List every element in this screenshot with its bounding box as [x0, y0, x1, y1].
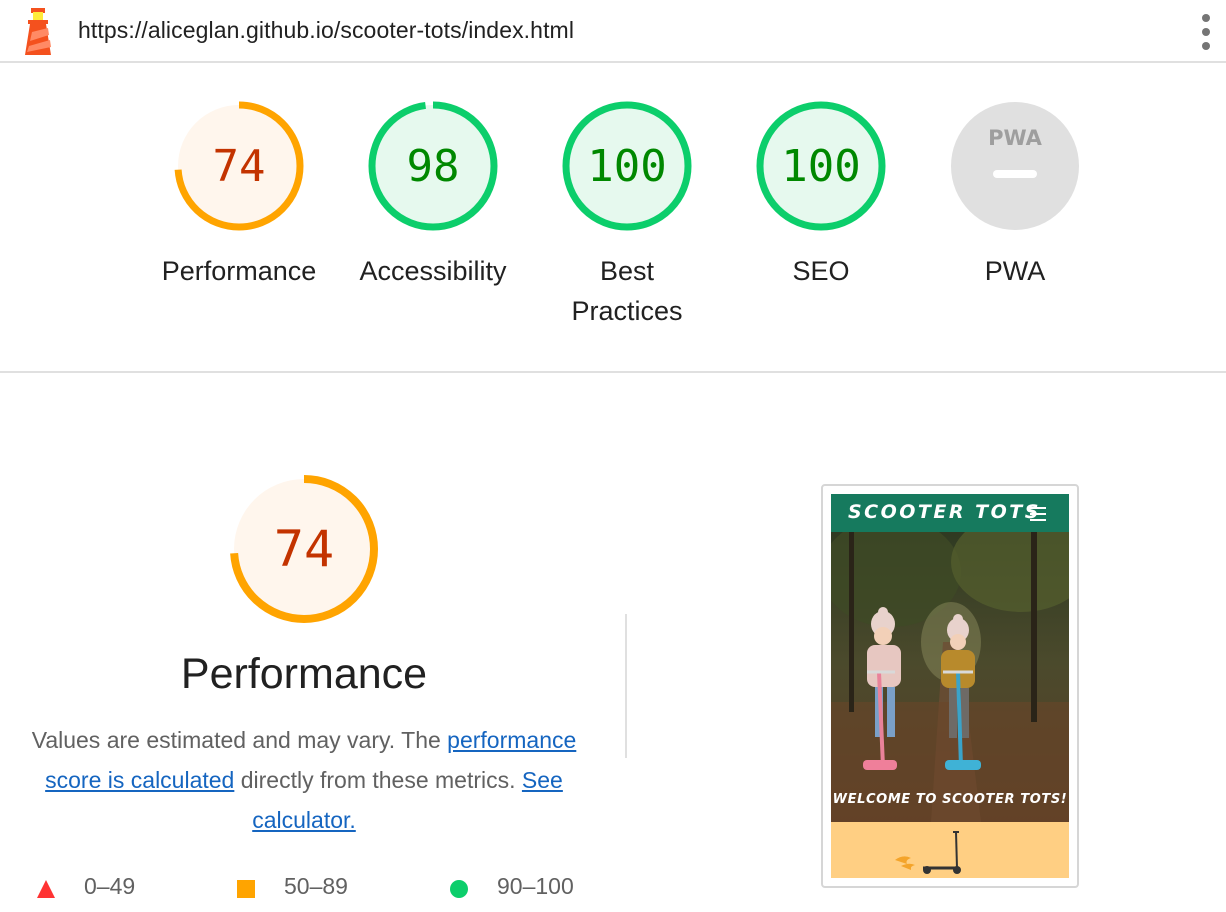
top-bar: https://aliceglan.github.io/scooter-tots… — [0, 0, 1226, 63]
gauge-performance-score: 74 — [213, 141, 266, 192]
gauge-performance-label: Performance — [161, 256, 317, 286]
gauge-best-practices-label: Best Practices — [571, 256, 683, 326]
screenshot-welcome: WELCOME TO SCOOTER TOTS! — [832, 792, 1068, 807]
orange-square-icon — [237, 880, 255, 898]
performance-description: Values are estimated and may vary. The p… — [20, 720, 588, 840]
red-triangle-icon — [37, 880, 55, 898]
gauge-seo-score: 100 — [781, 141, 860, 192]
final-screenshot[interactable]: SCOOTER TOTS WELCOME TO SCOOTER TOTS! — [821, 484, 1079, 888]
score-gauges: 74 Performance 98 Accessibility 100 Best… — [0, 63, 1226, 373]
kebab-menu-icon[interactable] — [1196, 12, 1216, 52]
desc-text-1: Values are estimated and may vary. The — [31, 727, 448, 753]
hamburger-icon — [1030, 507, 1046, 525]
gauge-performance-ring: 74 — [174, 101, 304, 231]
pwa-badge-icon: PWA — [951, 102, 1079, 230]
gauge-best-practices-score: 100 — [587, 141, 666, 192]
legend-range-pass: 90–100 — [497, 873, 574, 899]
pwa-dash — [993, 170, 1037, 178]
gauge-accessibility-ring: 98 — [368, 101, 498, 231]
pwa-badge-text: PWA — [988, 126, 1043, 150]
gauge-accessibility-label: Accessibility — [359, 256, 507, 286]
scooter-logo-icon — [895, 831, 961, 874]
desc-text-2: directly from these metrics. — [234, 767, 522, 793]
hero-photo-children-scooters — [831, 532, 1069, 822]
green-circle-icon — [450, 880, 468, 898]
screenshot-footer — [831, 822, 1069, 878]
performance-title: Performance — [180, 650, 428, 698]
gauge-accessibility[interactable]: 98 Accessibility — [333, 101, 533, 291]
section-divider — [625, 614, 627, 758]
gauge-performance[interactable]: 74 Performance — [139, 101, 339, 291]
screenshot-brand: SCOOTER TOTS — [848, 501, 1041, 523]
gauge-seo[interactable]: 100 SEO — [721, 101, 921, 291]
legend-range-fail: 0–49 — [84, 873, 136, 899]
screenshot-navbar: SCOOTER TOTS — [831, 494, 1069, 532]
page-url: https://aliceglan.github.io/scooter-tots… — [78, 17, 575, 43]
lighthouse-icon — [25, 8, 51, 55]
gauge-pwa-label: PWA — [984, 256, 1046, 286]
screenshot-content: SCOOTER TOTS WELCOME TO SCOOTER TOTS! — [831, 494, 1069, 878]
gauge-seo-label: SEO — [792, 256, 850, 286]
gauge-seo-ring: 100 — [756, 101, 886, 231]
gauge-best-practices-ring: 100 — [562, 101, 692, 231]
gauge-accessibility-score: 98 — [407, 141, 460, 192]
performance-score: 74 — [274, 520, 334, 578]
performance-gauge: 74 — [230, 475, 378, 623]
legend-range-average: 50–89 — [284, 873, 348, 899]
gauge-pwa[interactable]: PWA PWA — [915, 101, 1115, 291]
gauge-best-practices[interactable]: 100 Best Practices — [527, 101, 727, 331]
